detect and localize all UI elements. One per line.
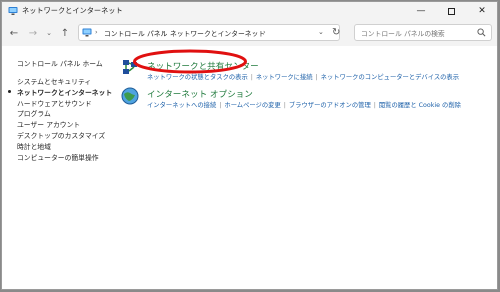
category-task-links: ネットワークの状態とタスクの表示 | ネットワークに接続 | ネットワークのコンピュータ…: [147, 72, 459, 81]
task-link-connect-to-network[interactable]: ネットワークに接続: [256, 74, 313, 81]
network-sharing-center-icon: [123, 60, 137, 74]
category-title-link[interactable]: ネットワークと共有センター: [147, 60, 259, 72]
breadcrumb-separator: ›: [95, 28, 98, 36]
control-panel-window: ネットワークとインターネット — ✕ ← → ⌄ ↑ › コントロール パネル …: [1, 1, 498, 290]
control-panel-app-icon: [8, 7, 18, 15]
sidebar-item-label: ユーザー アカウント: [17, 121, 81, 130]
close-icon: ✕: [478, 6, 486, 16]
link-divider: |: [250, 74, 253, 81]
control-panel-icon: [82, 28, 92, 37]
sidebar-item-label: ハードウェアとサウンド: [17, 99, 92, 108]
task-link-delete-history-cookies[interactable]: 閲覧の履歴と Cookie の削除: [379, 102, 461, 109]
address-bar[interactable]: › コントロール パネル › ネットワークとインターネット ›: [78, 24, 340, 41]
task-link-view-network-status[interactable]: ネットワークの状態とタスクの表示: [147, 74, 248, 81]
sidebar-item-ease-of-access[interactable]: コンピューターの簡単操作: [17, 152, 112, 163]
refresh-icon[interactable]: ↻: [332, 27, 340, 38]
link-divider: |: [283, 102, 286, 109]
sidebar-item-network-internet: ネットワークとインターネット: [8, 87, 113, 98]
forward-button[interactable]: →: [26, 26, 40, 40]
close-button[interactable]: ✕: [467, 2, 497, 20]
sidebar-item-programs[interactable]: プログラム: [17, 108, 112, 119]
search-input[interactable]: コントロール パネルの検索: [354, 24, 492, 41]
task-link-view-network-computers[interactable]: ネットワークのコンピューターとデバイスの表示: [321, 74, 459, 81]
title-bar: ネットワークとインターネット — ✕: [2, 2, 497, 20]
category-task-links: インターネットへの接続 | ホームページの変更 | ブラウザーのアドオンの管理 | 閲覧の履…: [147, 100, 461, 109]
maximize-icon: [447, 7, 455, 15]
sidebar-home-link[interactable]: コントロール パネル ホーム: [17, 58, 103, 68]
recent-locations-button[interactable]: ⌄: [42, 26, 56, 40]
sidebar-item-label: 時計と地域: [17, 142, 51, 151]
arrow-up-icon: ↑: [60, 27, 70, 39]
task-link-manage-addons[interactable]: ブラウザーのアドオンの管理: [289, 102, 371, 109]
sidebar-item-label: ネットワークとインターネット: [17, 88, 113, 97]
breadcrumb-separator[interactable]: ›: [162, 28, 165, 36]
link-divider: |: [315, 74, 318, 81]
internet-options-icon: [121, 87, 139, 105]
minimize-button[interactable]: —: [406, 2, 436, 20]
sidebar: コントロール パネル ホーム システムとセキュリティ ネットワークとインターネッ…: [2, 46, 113, 289]
breadcrumb-network-internet[interactable]: ネットワークとインターネット: [170, 28, 265, 38]
breadcrumb-separator[interactable]: ›: [263, 28, 266, 36]
task-link-change-home-page[interactable]: ホームページの変更: [224, 102, 280, 109]
link-divider: |: [373, 102, 376, 109]
window-title: ネットワークとインターネット: [22, 6, 123, 15]
sidebar-item-label: デスクトップのカスタマイズ: [17, 131, 106, 140]
sidebar-item-system-security[interactable]: システムとセキュリティ: [17, 76, 112, 87]
arrow-left-icon: ←: [9, 27, 19, 39]
sidebar-item-label: プログラム: [17, 110, 51, 119]
sidebar-item-personalization[interactable]: デスクトップのカスタマイズ: [17, 130, 112, 141]
sidebar-item-label: コンピューターの簡単操作: [17, 153, 99, 162]
sidebar-category-list: システムとセキュリティ ネットワークとインターネット ハードウェアとサウンド プ…: [8, 76, 113, 163]
chevron-down-icon: ⌄: [46, 29, 52, 37]
active-bullet-icon: [8, 89, 11, 93]
sidebar-item-hardware-sound[interactable]: ハードウェアとサウンド: [17, 98, 112, 109]
address-dropdown-icon[interactable]: ⌄: [318, 28, 324, 36]
sidebar-item-label: システムとセキュリティ: [17, 78, 92, 86]
up-button[interactable]: ↑: [58, 26, 72, 40]
task-link-connect-to-internet[interactable]: インターネットへの接続: [147, 102, 216, 109]
sidebar-item-clock-region[interactable]: 時計と地域: [17, 141, 112, 152]
arrow-right-icon: →: [28, 27, 38, 39]
minimize-icon: —: [416, 6, 426, 16]
back-button[interactable]: ←: [7, 26, 21, 40]
breadcrumb-control-panel[interactable]: コントロール パネル: [104, 28, 167, 38]
navigation-bar: ← → ⌄ ↑ › コントロール パネル › ネットワークとインターネット › …: [2, 20, 497, 46]
search-icon: [477, 28, 486, 37]
category-title-link[interactable]: インターネット オプション: [147, 88, 253, 100]
search-placeholder: コントロール パネルの検索: [361, 30, 445, 38]
sidebar-item-user-accounts[interactable]: ユーザー アカウント: [17, 119, 112, 130]
maximize-button[interactable]: [436, 2, 466, 20]
